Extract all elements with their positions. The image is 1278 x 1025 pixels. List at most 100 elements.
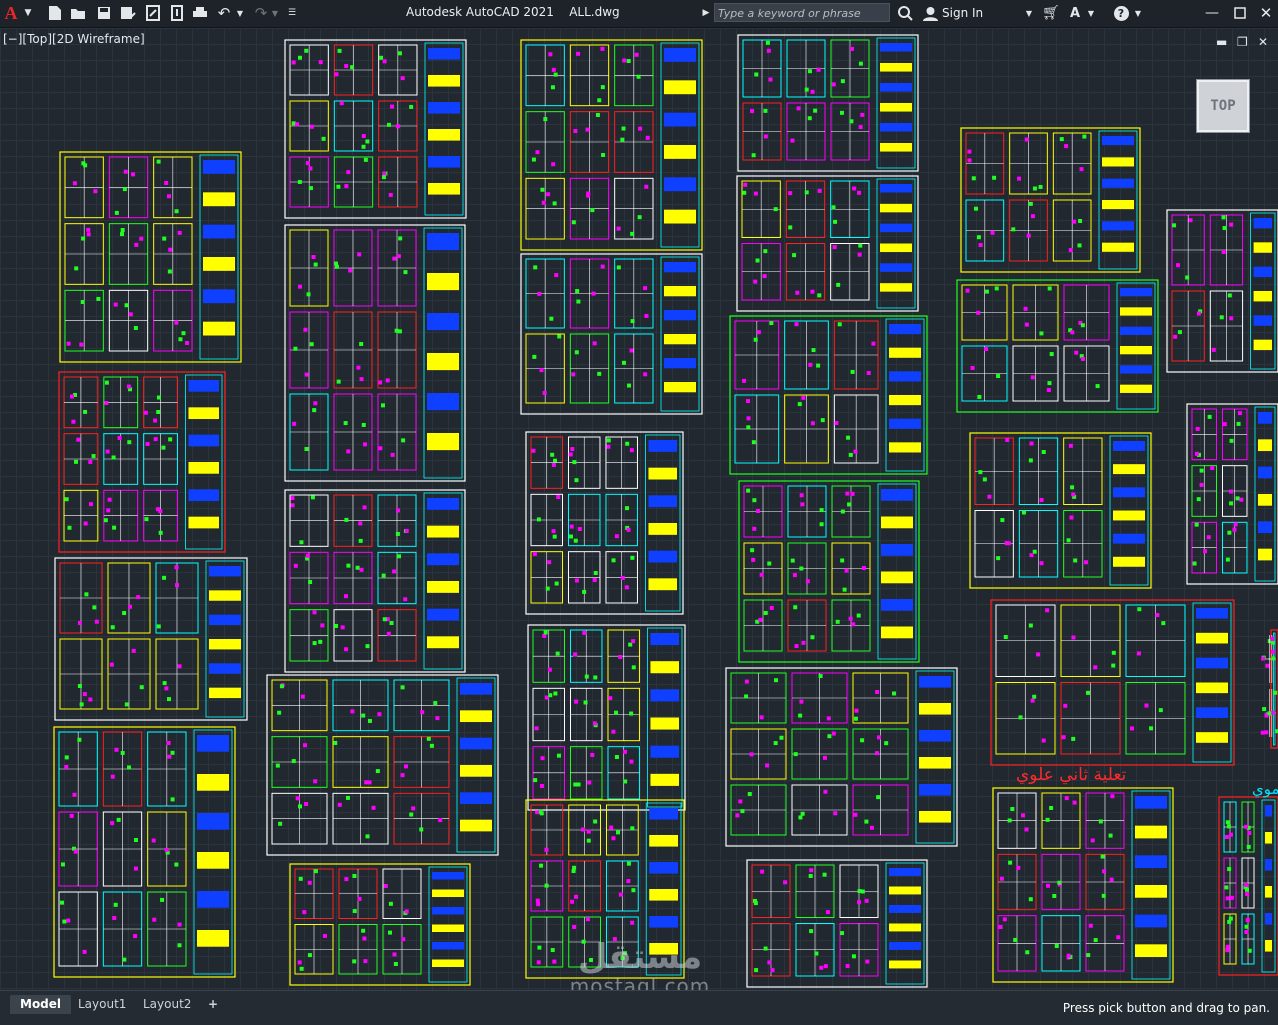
search-input[interactable]: Type a keyword or phrase	[714, 3, 890, 22]
plan-column	[1101, 893, 1106, 898]
plan-column	[128, 312, 133, 317]
app-menu-chevron-down-icon[interactable]: ▼	[22, 3, 34, 23]
minimize-icon[interactable]: —	[1202, 3, 1222, 23]
plan-column	[845, 963, 850, 968]
plan-column	[573, 538, 578, 543]
title-block-row	[1135, 914, 1167, 928]
new-file-icon[interactable]	[45, 3, 65, 23]
tab-model[interactable]: Model	[10, 995, 72, 1014]
redo-icon[interactable]: ↷	[251, 3, 271, 23]
viewport-minimize-icon[interactable]: ▬	[1216, 35, 1227, 49]
user-icon[interactable]	[921, 3, 939, 23]
title-block-row	[209, 566, 241, 577]
save-as-icon[interactable]	[118, 3, 138, 23]
plan-column	[535, 898, 540, 903]
plan-column	[164, 686, 169, 691]
plan-column	[767, 561, 772, 566]
plan-column	[860, 112, 865, 117]
plan-column	[620, 576, 625, 581]
plan-column	[1093, 665, 1098, 670]
search-expand-icon[interactable]: ▶	[700, 3, 712, 23]
viewport-restore-icon[interactable]: ❐	[1237, 35, 1248, 49]
tab-layout1[interactable]: Layout1	[68, 995, 136, 1014]
plan-column	[438, 818, 443, 823]
plan-column	[644, 313, 649, 318]
plan-column	[569, 534, 574, 539]
plan-column	[1028, 201, 1033, 206]
undo-chevron-down-icon[interactable]: ▼	[235, 3, 245, 23]
plan-column	[1023, 306, 1028, 311]
cart-icon[interactable]: 🛒︎	[1042, 3, 1060, 23]
title-block-row	[881, 599, 913, 611]
plan-column	[367, 718, 372, 723]
plan-column	[753, 279, 758, 284]
plan-column	[64, 764, 69, 769]
plan-column	[535, 150, 540, 155]
plan-column	[984, 289, 989, 294]
plan-column	[1225, 557, 1230, 562]
plan-column	[1028, 458, 1033, 463]
plan-column	[88, 502, 93, 507]
viewport-controls-label[interactable]: [−][Top][2D Wireframe]	[3, 32, 145, 46]
plan-column	[83, 521, 88, 526]
save-web-icon[interactable]	[167, 3, 187, 23]
plan-column	[749, 752, 754, 757]
open-folder-icon[interactable]	[68, 3, 88, 23]
title-block-row	[203, 321, 235, 336]
title-block-row	[188, 407, 219, 420]
plan-column	[1032, 549, 1037, 554]
plan-column	[1196, 311, 1201, 316]
plan-column	[611, 558, 616, 563]
title-block-row	[880, 123, 912, 132]
title-block-row	[1135, 796, 1167, 809]
plan-column	[133, 837, 138, 842]
plan-column	[836, 282, 841, 287]
open-web-icon[interactable]	[143, 3, 163, 23]
plan-column	[67, 525, 72, 530]
a360-chevron-down-icon[interactable]: ▼	[1086, 3, 1096, 23]
plan-column	[88, 459, 93, 464]
close-icon[interactable]: ✕	[1256, 3, 1276, 23]
plan-column	[871, 341, 876, 346]
maximize-icon[interactable]	[1230, 3, 1250, 23]
help-chevron-down-icon[interactable]: ▼	[1133, 3, 1143, 23]
plan-column	[1226, 824, 1231, 829]
plan-column	[359, 342, 364, 347]
help-icon[interactable]: ?	[1112, 3, 1130, 23]
autocad-logo-icon[interactable]: A	[2, 3, 20, 23]
search-icon[interactable]	[896, 3, 914, 23]
drawing-canvas[interactable]	[0, 28, 1278, 990]
plan-column	[334, 623, 339, 628]
title-block-row	[880, 83, 912, 92]
plan-column	[1116, 935, 1121, 940]
plan-column	[340, 625, 345, 630]
plan-column	[1111, 663, 1116, 668]
title-block-row	[889, 442, 921, 453]
plan-column	[536, 517, 541, 522]
tab-layout2[interactable]: Layout2	[133, 995, 201, 1014]
title-block-row	[919, 757, 951, 769]
plan-column	[1262, 707, 1267, 712]
plan-column	[831, 731, 836, 736]
plan-column	[164, 180, 169, 185]
redo-chevron-down-icon[interactable]: ▼	[270, 3, 280, 23]
viewport-close-icon[interactable]: ✕	[1258, 35, 1268, 49]
plan-column	[72, 792, 77, 797]
plan-column	[844, 568, 849, 573]
save-icon[interactable]	[94, 3, 114, 23]
plan-column	[170, 797, 175, 802]
add-layout-button[interactable]: +	[198, 995, 228, 1014]
sign-in-link[interactable]: Sign In	[942, 6, 983, 20]
undo-icon[interactable]: ↶	[214, 3, 234, 23]
plan-column	[1225, 820, 1230, 825]
sign-in-chevron-down-icon[interactable]: ▼	[1024, 3, 1034, 23]
a360-icon[interactable]: A	[1066, 3, 1084, 23]
plan-column	[580, 827, 585, 832]
plan-column	[1144, 703, 1149, 708]
customize-toolbar-icon[interactable]: ☰	[285, 3, 299, 23]
plan-column	[388, 901, 393, 906]
title-block-row	[1196, 632, 1228, 644]
plan-column	[1095, 384, 1100, 389]
plot-icon[interactable]	[190, 3, 210, 23]
view-cube[interactable]: TOP	[1196, 79, 1250, 133]
